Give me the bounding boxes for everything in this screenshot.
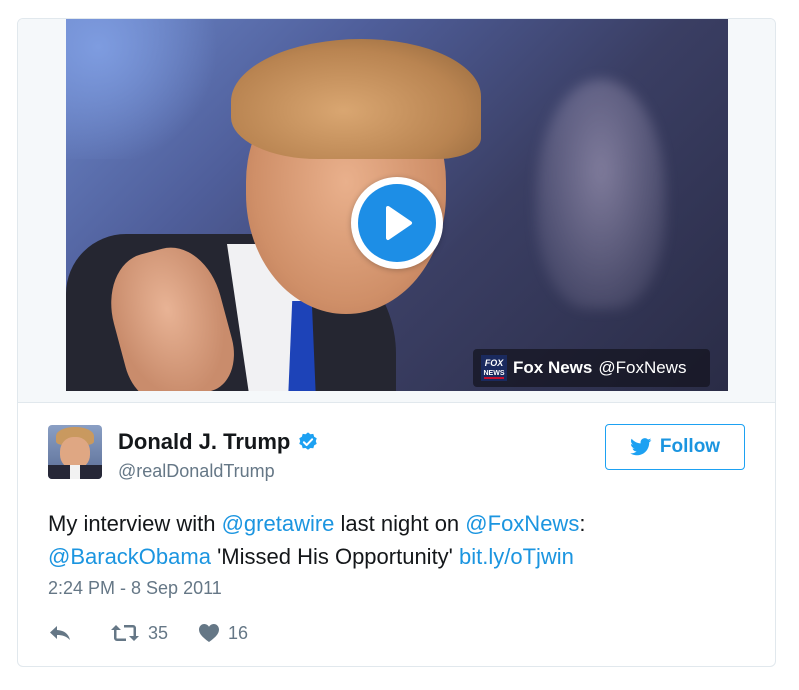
heart-icon bbox=[199, 624, 220, 642]
tweet-text-segment: last night on bbox=[334, 511, 466, 536]
verified-badge-icon bbox=[299, 432, 318, 450]
tweet-card: FOX NEWS Fox News @FoxNews Donald J. Tru… bbox=[17, 18, 776, 667]
author-display-name-row[interactable]: Donald J. Trump bbox=[118, 429, 319, 455]
reply-button[interactable] bbox=[48, 624, 80, 642]
tweet-text-segment: : bbox=[579, 511, 586, 536]
follow-button[interactable]: Follow bbox=[605, 424, 745, 470]
svg-text:NEWS: NEWS bbox=[484, 370, 505, 377]
fox-news-logo: FOX NEWS bbox=[481, 355, 507, 381]
media-container: FOX NEWS Fox News @FoxNews bbox=[18, 19, 775, 403]
retweet-button[interactable]: 35 bbox=[110, 623, 168, 644]
play-icon bbox=[358, 184, 436, 262]
like-button[interactable]: 16 bbox=[198, 623, 248, 644]
tweet-text-segment: 'Missed His Opportunity' bbox=[210, 544, 459, 569]
video-thumbnail[interactable]: FOX NEWS Fox News @FoxNews bbox=[66, 19, 728, 391]
video-source-badge[interactable]: FOX NEWS Fox News @FoxNews bbox=[473, 349, 710, 387]
tweet-actions: 35 16 bbox=[48, 619, 278, 647]
author-username[interactable]: @realDonaldTrump bbox=[118, 461, 275, 482]
mention-foxnews[interactable]: @FoxNews bbox=[465, 511, 579, 536]
tweet-text-segment: My interview with bbox=[48, 511, 222, 536]
follow-button-label: Follow bbox=[659, 436, 721, 457]
like-count: 16 bbox=[228, 622, 249, 643]
mention-barackobama[interactable]: @BarackObama bbox=[48, 544, 211, 569]
tie bbox=[288, 301, 316, 391]
video-source-name: Fox News bbox=[513, 358, 593, 377]
background-hand bbox=[536, 79, 666, 309]
background-light bbox=[66, 19, 226, 159]
twitter-bird-icon bbox=[630, 438, 652, 456]
reply-icon bbox=[50, 626, 70, 640]
mention-gretawire[interactable]: @gretawire bbox=[222, 511, 335, 536]
tweet-timestamp[interactable]: 2:24 PM - 8 Sep 2011 bbox=[48, 578, 222, 599]
author-display-name[interactable]: Donald J. Trump bbox=[118, 429, 290, 455]
hair bbox=[231, 39, 481, 159]
svg-text:FOX: FOX bbox=[485, 358, 504, 368]
retweet-count: 35 bbox=[148, 622, 169, 643]
tweet-link[interactable]: bit.ly/oTjwin bbox=[459, 544, 574, 569]
tweet-text: My interview with @gretawire last night … bbox=[48, 507, 748, 573]
retweet-icon bbox=[111, 625, 139, 641]
avatar[interactable] bbox=[48, 425, 102, 479]
video-source-handle: @FoxNews bbox=[598, 358, 687, 377]
play-button[interactable] bbox=[351, 177, 443, 269]
